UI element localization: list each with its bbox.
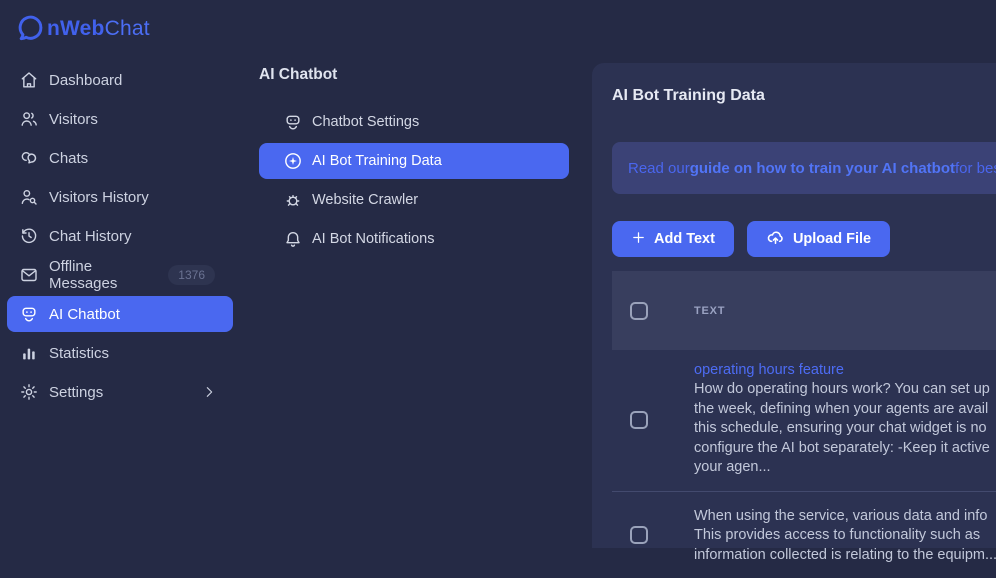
row-text-line: configure the AI bot separately: -Keep i… bbox=[694, 439, 996, 459]
bug-icon bbox=[283, 190, 303, 210]
row-text-cell: When using the service, various data and… bbox=[694, 492, 996, 578]
table-row[interactable]: operating hours feature How do operating… bbox=[612, 350, 996, 492]
row-text-line: your agen... bbox=[694, 458, 996, 478]
speech-bubble-icon bbox=[17, 15, 44, 42]
user-search-icon bbox=[19, 187, 39, 207]
sidebar-item-label: Visitors bbox=[49, 111, 98, 128]
home-icon bbox=[19, 70, 39, 90]
submenu-item-label: Website Crawler bbox=[312, 192, 418, 208]
content-panel: AI Bot Training Data Read our guide on h… bbox=[592, 63, 996, 548]
table-row[interactable]: When using the service, various data and… bbox=[612, 492, 996, 578]
sidebar-item-ai-chatbot[interactable]: AI Chatbot bbox=[7, 296, 233, 332]
training-data-table: TEXT operating hours feature How do oper… bbox=[612, 271, 996, 578]
bell-icon bbox=[283, 229, 303, 249]
brand-name-light: Chat bbox=[105, 17, 150, 40]
select-all-checkbox[interactable] bbox=[630, 302, 648, 320]
upload-file-button[interactable]: Upload File bbox=[747, 221, 890, 257]
row-text-cell: operating hours feature How do operating… bbox=[694, 350, 996, 491]
row-text-line: When using the service, various data and… bbox=[694, 507, 996, 527]
upload-file-button-label: Upload File bbox=[793, 231, 871, 247]
row-text-line: the week, defining when your agents are … bbox=[694, 400, 996, 420]
chevron-right-icon bbox=[201, 384, 217, 400]
banner-text-prefix: Read our bbox=[628, 160, 690, 177]
row-text-line: information collected is relating to the… bbox=[694, 546, 996, 566]
action-buttons: Add Text Upload File bbox=[612, 221, 996, 257]
sidebar-item-chat-history[interactable]: Chat History bbox=[7, 218, 233, 254]
sidebar-item-visitors[interactable]: Visitors bbox=[7, 101, 233, 137]
page-title: AI Bot Training Data bbox=[612, 87, 996, 105]
guide-link[interactable]: guide on how to train your AI chatbot bbox=[690, 160, 955, 177]
sidebar-item-visitors-history[interactable]: Visitors History bbox=[7, 179, 233, 215]
ai-sparkle-icon bbox=[283, 151, 303, 171]
submenu-list: Chatbot Settings AI Bot Training Data We… bbox=[259, 104, 592, 257]
sidebar-item-offline-messages[interactable]: Offline Messages 1376 bbox=[7, 257, 233, 293]
brand-logo[interactable]: nWebChat bbox=[0, 0, 240, 44]
sidebar-item-label: Dashboard bbox=[49, 72, 122, 89]
row-checkbox[interactable] bbox=[630, 526, 648, 544]
cloud-upload-icon bbox=[766, 228, 785, 251]
row-text-line: this schedule, ensuring your chat widget… bbox=[694, 419, 996, 439]
submenu-item-chatbot-settings[interactable]: Chatbot Settings bbox=[259, 104, 569, 140]
ai-chatbot-submenu: AI Chatbot Chatbot Settings AI Bot Train… bbox=[240, 0, 592, 548]
sidebar-item-label: Statistics bbox=[49, 345, 109, 362]
robot-icon bbox=[19, 304, 39, 324]
row-text-line: This provides access to functionality su… bbox=[694, 526, 996, 546]
sidebar-item-label: Visitors History bbox=[49, 189, 149, 206]
plus-icon bbox=[631, 230, 646, 249]
sidebar-item-statistics[interactable]: Statistics bbox=[7, 335, 233, 371]
robot-icon bbox=[283, 112, 303, 132]
table-header: TEXT bbox=[612, 271, 996, 350]
bar-chart-icon bbox=[19, 343, 39, 363]
sidebar-item-label: Chats bbox=[49, 150, 88, 167]
submenu-item-ai-bot-notifications[interactable]: AI Bot Notifications bbox=[259, 221, 569, 257]
submenu-item-website-crawler[interactable]: Website Crawler bbox=[259, 182, 569, 218]
users-icon bbox=[19, 109, 39, 129]
banner-text-suffix: for best bbox=[955, 160, 996, 177]
submenu-item-label: AI Bot Training Data bbox=[312, 153, 442, 169]
app-root: nWebChat Dashboard Visitors Chats bbox=[0, 0, 996, 548]
submenu-item-label: Chatbot Settings bbox=[312, 114, 419, 130]
sidebar-nav: Dashboard Visitors Chats Visitors Histor… bbox=[0, 62, 240, 410]
row-checkbox-cell bbox=[612, 350, 694, 491]
sidebar-item-settings[interactable]: Settings bbox=[7, 374, 233, 410]
chat-bubbles-icon bbox=[19, 148, 39, 168]
row-checkbox[interactable] bbox=[630, 411, 648, 429]
add-text-button-label: Add Text bbox=[654, 231, 715, 247]
history-clock-icon bbox=[19, 226, 39, 246]
sidebar-item-label: Settings bbox=[49, 384, 103, 401]
sidebar-item-dashboard[interactable]: Dashboard bbox=[7, 62, 233, 98]
sidebar-item-label: Chat History bbox=[49, 228, 132, 245]
guide-banner: Read our guide on how to train your AI c… bbox=[612, 142, 996, 194]
column-header-text: TEXT bbox=[694, 305, 725, 317]
row-title-link[interactable]: operating hours feature bbox=[694, 361, 996, 380]
mail-icon bbox=[19, 265, 39, 285]
unread-count-badge: 1376 bbox=[168, 265, 215, 285]
sidebar-item-chats[interactable]: Chats bbox=[7, 140, 233, 176]
submenu-item-label: AI Bot Notifications bbox=[312, 231, 435, 247]
sidebar-item-label: AI Chatbot bbox=[49, 306, 120, 323]
sidebar-item-label: Offline Messages bbox=[49, 258, 158, 292]
gear-icon bbox=[19, 382, 39, 402]
brand-name: nWebChat bbox=[47, 17, 150, 41]
sidebar: nWebChat Dashboard Visitors Chats bbox=[0, 0, 240, 548]
brand-name-bold: nWeb bbox=[47, 17, 105, 40]
submenu-title: AI Chatbot bbox=[259, 66, 592, 84]
row-text-line: How do operating hours work? You can set… bbox=[694, 380, 996, 400]
submenu-item-ai-bot-training-data[interactable]: AI Bot Training Data bbox=[259, 143, 569, 179]
add-text-button[interactable]: Add Text bbox=[612, 221, 734, 257]
row-checkbox-cell bbox=[612, 492, 694, 578]
